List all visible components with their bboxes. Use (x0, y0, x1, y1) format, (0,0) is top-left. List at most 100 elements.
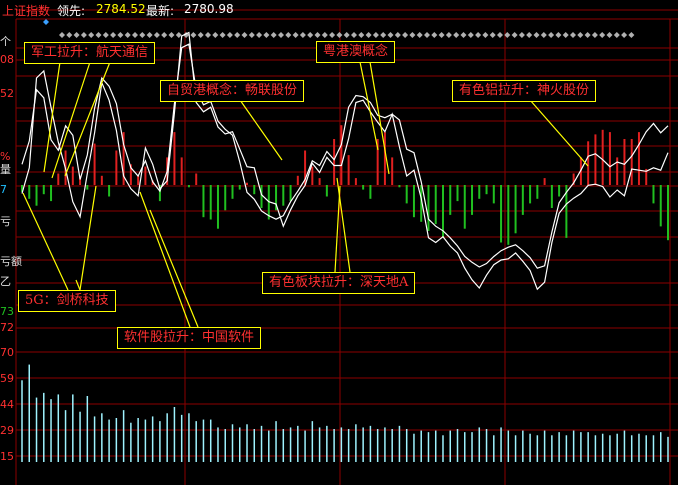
axis-fragment: 个 (0, 35, 11, 48)
marker-diamond (372, 32, 379, 38)
marker-diamond (343, 32, 350, 38)
marker-diamond (110, 32, 117, 38)
marker-diamond (73, 32, 80, 38)
annotation-military: 军工拉升：航天通信 (24, 42, 156, 64)
marker-diamond (460, 32, 467, 38)
leading-value: 2784.52 (96, 2, 146, 16)
marker-diamond (59, 32, 65, 38)
marker-diamond (526, 32, 533, 38)
marker-diamond (475, 32, 482, 38)
latest-label: 最新: (146, 4, 175, 18)
volume-tick: 72 (0, 321, 14, 334)
marker-diamond (497, 32, 503, 38)
marker-diamond (292, 32, 299, 38)
marker-diamond (394, 32, 401, 38)
marker-diamond (80, 32, 87, 38)
volume-tick: 59 (0, 372, 14, 385)
marker-diamond (175, 32, 182, 38)
annotation-leader (529, 99, 589, 167)
marker-diamond (190, 32, 197, 38)
marker-diamond (124, 32, 131, 38)
marker-diamond (351, 32, 357, 38)
axis-fragment: 08 (0, 53, 14, 66)
marker-diamond (66, 32, 73, 38)
marker-diamond (511, 32, 518, 38)
volume-tick: 29 (0, 424, 14, 437)
marker-diamond (329, 32, 336, 38)
marker-diamond (205, 32, 211, 38)
axis-fragment: 量 (0, 163, 11, 176)
marker-diamond (263, 32, 270, 38)
annotation-leader (334, 185, 341, 273)
active-marker (43, 19, 49, 25)
marker-diamond (212, 32, 219, 38)
index-lines (21, 31, 669, 291)
marker-diamond (314, 32, 321, 38)
marker-diamond (577, 32, 584, 38)
marker-diamond (380, 32, 387, 38)
volume-bars (21, 364, 669, 462)
volume-tick: 44 (0, 398, 14, 411)
marker-diamond (234, 32, 241, 38)
annotation-leader (149, 209, 199, 328)
annotation-leader (75, 279, 81, 291)
marker-row[interactable] (43, 19, 635, 38)
marker-diamond (248, 32, 255, 38)
marker-diamond (256, 32, 263, 38)
latest-value: 2780.98 (184, 2, 234, 16)
marker-diamond (518, 32, 525, 38)
marker-diamond (132, 32, 138, 38)
leading-label: 领先: (57, 4, 86, 18)
series-line-最新 (21, 31, 669, 291)
marker-diamond (409, 32, 416, 38)
marker-diamond (153, 32, 160, 38)
marker-diamond (606, 32, 613, 38)
volume-tick: 70 (0, 346, 14, 359)
annotation-aluminum: 有色铝拉升：神火股份 (452, 80, 597, 102)
marker-diamond (197, 32, 204, 38)
marker-diamond (95, 32, 102, 38)
marker-diamond (591, 32, 598, 38)
marker-diamond (424, 32, 430, 38)
annotation-software: 软件股拉升：中国软件 (117, 327, 262, 349)
marker-diamond (358, 32, 365, 38)
axis-fragment: 52 (0, 87, 14, 100)
marker-diamond (431, 32, 438, 38)
marker-diamond (241, 32, 248, 38)
marker-diamond (540, 32, 547, 38)
marker-diamond (88, 32, 95, 38)
annotation-leader (369, 61, 390, 175)
marker-diamond (482, 32, 489, 38)
marker-diamond (226, 32, 233, 38)
marker-diamond (146, 32, 153, 38)
volume-tick: 15 (0, 450, 14, 463)
marker-diamond (628, 32, 635, 38)
marker-diamond (336, 32, 343, 38)
marker-diamond (307, 32, 314, 38)
marker-diamond (402, 32, 409, 38)
annotation-5g: 5G：剑桥科技 (18, 290, 116, 312)
annotation-leader (43, 61, 61, 173)
marker-diamond (161, 32, 168, 38)
marker-diamond (599, 32, 606, 38)
marker-diamond (102, 32, 109, 38)
marker-diamond (365, 32, 372, 38)
marker-diamond (299, 32, 306, 38)
marker-diamond (117, 32, 124, 38)
marker-diamond (438, 32, 445, 38)
marker-diamond (621, 32, 628, 38)
marker-diamond (285, 32, 292, 38)
marker-diamond (562, 32, 569, 38)
axis-fragment: 亏 (0, 215, 11, 228)
marker-diamond (219, 32, 226, 38)
marker-diamond (453, 32, 460, 38)
volume-tick: 73 (0, 305, 14, 318)
marker-diamond (584, 32, 591, 38)
marker-diamond (270, 32, 277, 38)
annotation-ftz: 自贸港概念：畅联股份 (160, 80, 305, 102)
axis-fragment: % (0, 150, 11, 163)
marker-diamond (416, 32, 423, 38)
axis-fragment: 亏额 (0, 255, 22, 268)
annotation-leader (359, 61, 379, 151)
marker-diamond (533, 32, 540, 38)
